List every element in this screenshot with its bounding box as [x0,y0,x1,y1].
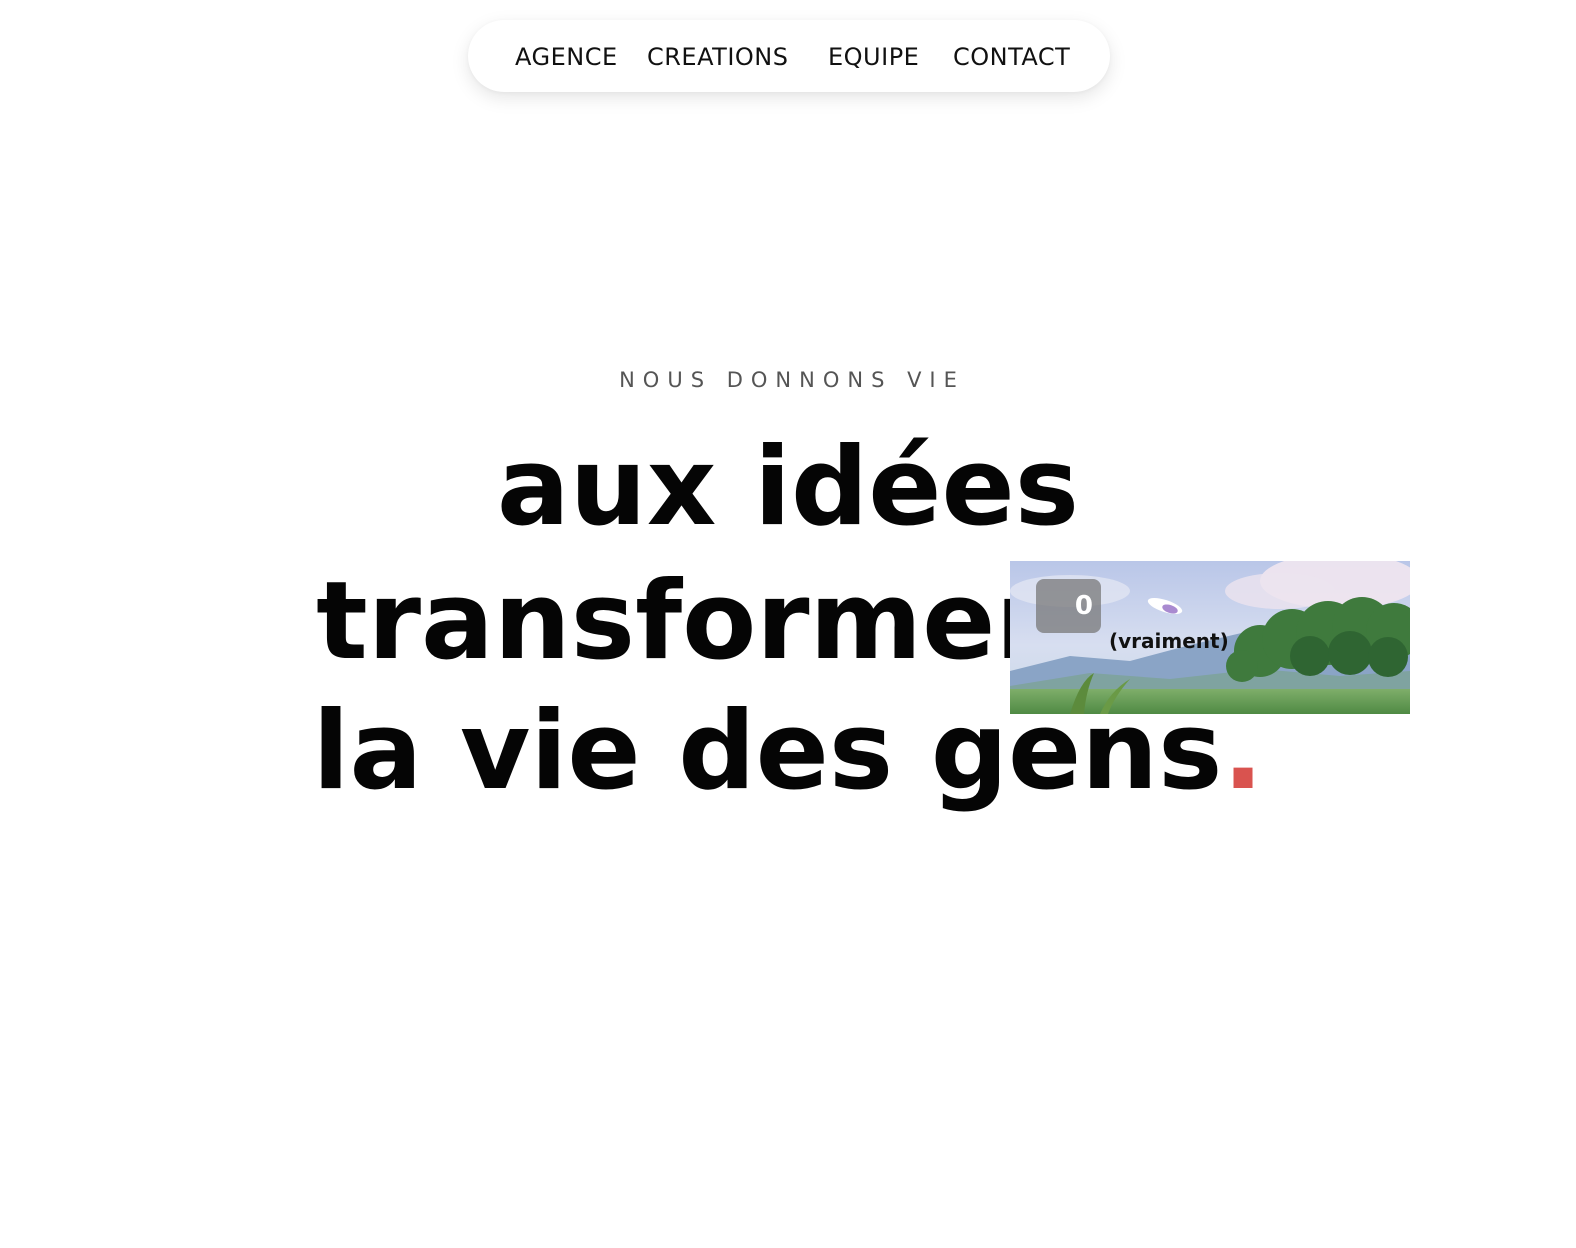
hero-headline-line-1: aux idées [496,425,1080,550]
nav-link-equipe[interactable]: EQUIPE [828,42,919,72]
hover-video-preview[interactable]: 0 (vraiment) [1010,561,1410,714]
top-navigation: AGENCE CREATIONS EQUIPE CONTACT [468,20,1110,92]
video-caption: (vraiment) [1109,629,1229,653]
nav-link-agence[interactable]: AGENCE [515,42,618,72]
hero-eyebrow: NOUS DONNONS VIE [619,368,965,392]
nav-link-contact[interactable]: CONTACT [953,42,1070,72]
page: AGENCE CREATIONS EQUIPE CONTACT NOUS DON… [0,0,1576,1248]
video-counter-badge: 0 [1036,579,1101,633]
nav-link-creations[interactable]: CREATIONS [647,42,788,72]
